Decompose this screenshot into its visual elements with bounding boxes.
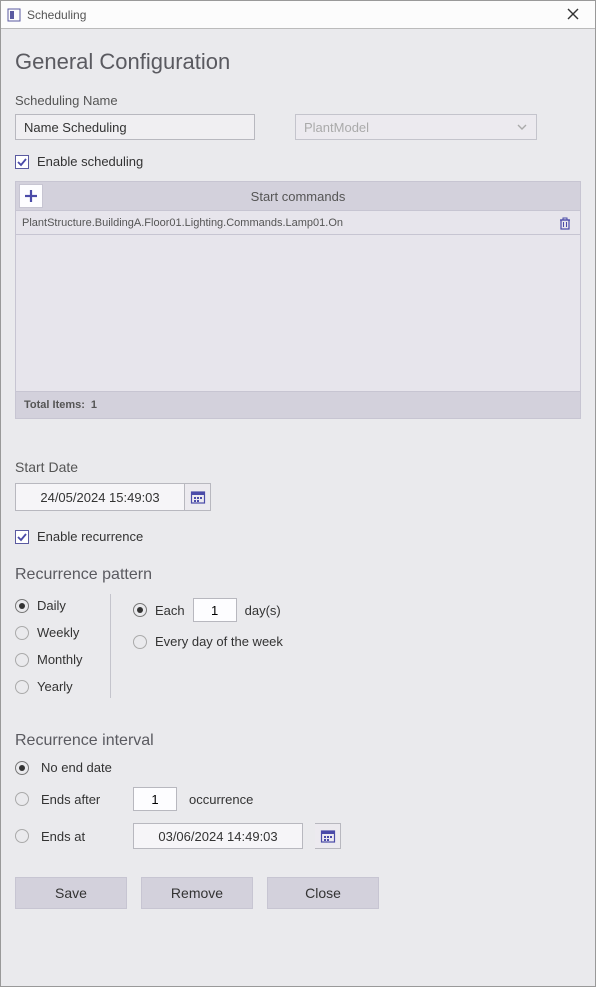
close-button[interactable]: Close <box>267 877 379 909</box>
app-icon <box>7 8 21 22</box>
calendar-icon <box>190 489 206 505</box>
scheduling-name-label: Scheduling Name <box>15 93 581 108</box>
ends-at-calendar-button[interactable] <box>315 823 341 849</box>
commands-header-label: Start commands <box>16 189 580 204</box>
chevron-down-icon <box>516 121 528 136</box>
pattern-daily-radio[interactable]: Daily <box>15 598 110 613</box>
start-date-label: Start Date <box>15 459 581 475</box>
radio-icon <box>15 792 29 806</box>
pattern-yearly-radio[interactable]: Yearly <box>15 679 110 694</box>
close-icon <box>567 8 579 20</box>
ends-after-input[interactable] <box>133 787 177 811</box>
recurrence-pattern-heading: Recurrence pattern <box>15 566 581 584</box>
trash-icon <box>558 216 572 230</box>
start-date-calendar-button[interactable] <box>185 483 211 511</box>
radio-icon <box>15 680 29 694</box>
titlebar: Scheduling <box>1 1 595 29</box>
pattern-weekly-radio[interactable]: Weekly <box>15 625 110 640</box>
start-date-input[interactable]: 24/05/2024 15:49:03 <box>15 483 185 511</box>
plant-model-placeholder: PlantModel <box>304 120 369 135</box>
commands-header: Start commands <box>15 181 581 211</box>
remove-button[interactable]: Remove <box>141 877 253 909</box>
commands-footer: Total Items: 1 <box>15 391 581 419</box>
interval-endsafter-radio[interactable]: Ends after occurrence <box>15 787 581 811</box>
pattern-type-group: Daily Weekly Monthly Yearly <box>15 594 111 698</box>
enable-recurrence-label: Enable recurrence <box>37 529 143 544</box>
check-icon <box>17 532 27 542</box>
radio-icon <box>15 761 29 775</box>
radio-icon <box>133 603 147 617</box>
ends-at-input[interactable]: 03/06/2024 14:49:03 <box>133 823 303 849</box>
radio-icon <box>15 653 29 667</box>
page-title: General Configuration <box>15 49 581 75</box>
delete-command-button[interactable] <box>556 214 574 232</box>
recurrence-interval-heading: Recurrence interval <box>15 732 581 750</box>
enable-scheduling-label: Enable scheduling <box>37 154 143 169</box>
scheduling-name-input[interactable] <box>15 114 255 140</box>
command-row[interactable]: PlantStructure.BuildingA.Floor01.Lightin… <box>16 211 580 235</box>
plant-model-select[interactable]: PlantModel <box>295 114 537 140</box>
interval-noend-radio[interactable]: No end date <box>15 760 581 775</box>
interval-group: No end date Ends after occurrence Ends a… <box>15 760 581 849</box>
scheduling-window: Scheduling General Configuration Schedul… <box>0 0 596 987</box>
each-days-input[interactable] <box>193 598 237 622</box>
window-close-button[interactable] <box>557 7 589 23</box>
radio-icon <box>15 829 29 843</box>
radio-icon <box>15 626 29 640</box>
interval-endsat-radio[interactable]: Ends at 03/06/2024 14:49:03 <box>15 823 581 849</box>
window-title: Scheduling <box>27 8 557 22</box>
command-text: PlantStructure.BuildingA.Floor01.Lightin… <box>22 217 556 229</box>
commands-list: PlantStructure.BuildingA.Floor01.Lightin… <box>15 211 581 391</box>
check-icon <box>17 157 27 167</box>
total-items-count: 1 <box>91 399 97 411</box>
save-button[interactable]: Save <box>15 877 127 909</box>
pattern-each-radio[interactable]: Each day(s) <box>133 598 581 622</box>
pattern-monthly-radio[interactable]: Monthly <box>15 652 110 667</box>
enable-scheduling-checkbox[interactable] <box>15 155 29 169</box>
total-items-label: Total Items: <box>24 399 85 411</box>
calendar-icon <box>320 828 336 844</box>
radio-icon <box>133 635 147 649</box>
enable-recurrence-checkbox[interactable] <box>15 530 29 544</box>
pattern-detail-group: Each day(s) Every day of the week <box>111 594 581 698</box>
radio-icon <box>15 599 29 613</box>
pattern-everyday-radio[interactable]: Every day of the week <box>133 634 581 649</box>
content-area: General Configuration Scheduling Name Pl… <box>1 29 595 986</box>
